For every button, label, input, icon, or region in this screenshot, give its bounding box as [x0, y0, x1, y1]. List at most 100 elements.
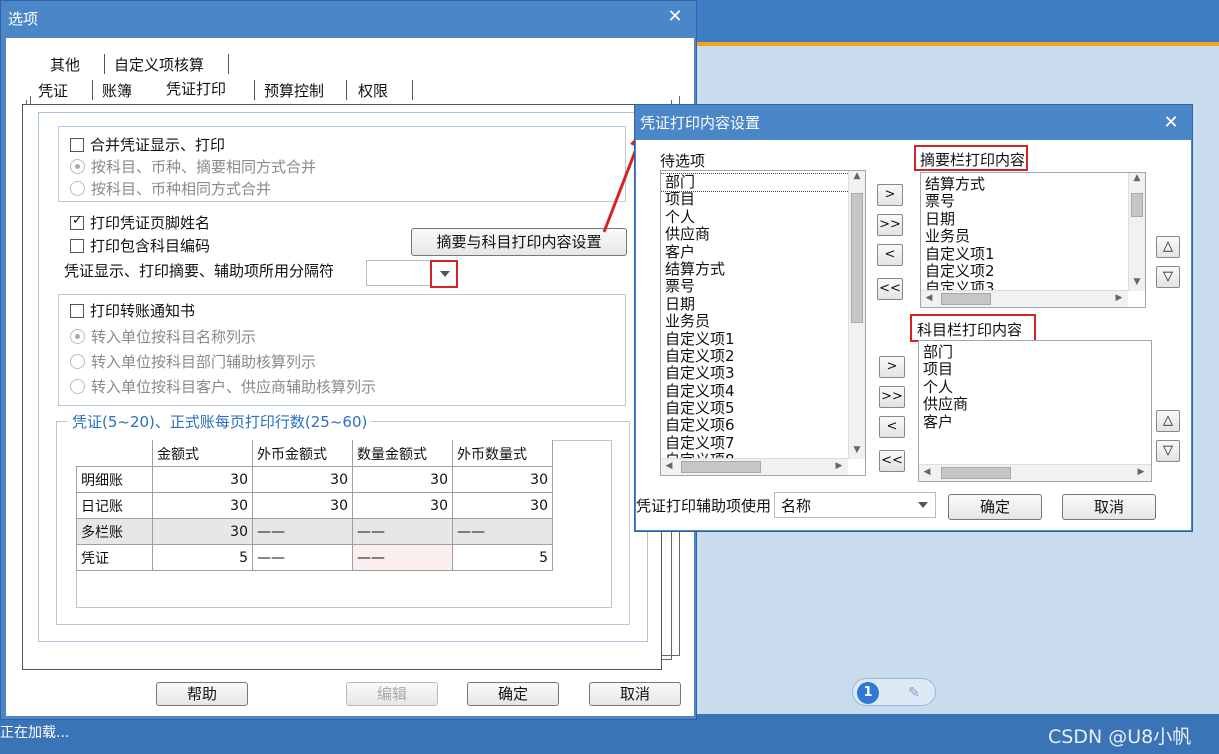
scroll-thumb[interactable] [851, 193, 863, 323]
cancel-button[interactable]: 取消 [589, 682, 681, 706]
list-item[interactable]: 自定义项2 [661, 347, 865, 365]
remove-one-from-summary-button[interactable]: < [877, 244, 903, 266]
scroll-left-icon[interactable]: ◀ [921, 293, 937, 303]
help-button[interactable]: 帮助 [156, 682, 248, 706]
scroll-up-icon[interactable]: ▲ [849, 171, 865, 181]
radio-dot[interactable] [70, 329, 85, 344]
print-footer-name-checkbox[interactable]: 打印凭证页脚姓名 [70, 212, 210, 233]
table-cell[interactable]: 30 [152, 492, 253, 519]
horizontal-scrollbar[interactable]: ◀ ▶ [921, 290, 1128, 307]
list-item[interactable]: 个人 [661, 208, 865, 226]
wrench-icon[interactable]: ✎ [903, 682, 925, 704]
list-item[interactable]: 自定义项3 [661, 365, 865, 382]
list-item[interactable]: 自定义项1 [921, 245, 1145, 263]
list-item[interactable]: 日期 [921, 210, 1145, 228]
scroll-right-icon[interactable]: ▶ [1111, 293, 1127, 303]
checkbox-box[interactable] [70, 238, 84, 253]
transfer-radio-3[interactable]: 转入单位按科目客户、供应商辅助核算列示 [70, 376, 376, 397]
table-cell[interactable]: 30 [452, 466, 553, 493]
list-item[interactable]: 部门 [919, 343, 1151, 361]
checkbox-box[interactable] [70, 303, 84, 318]
list-item[interactable]: 供应商 [919, 395, 1151, 413]
list-item[interactable]: 结算方式 [661, 260, 865, 278]
list-item[interactable]: 项目 [919, 361, 1151, 378]
list-item[interactable]: 结算方式 [921, 175, 1145, 193]
horizontal-scrollbar[interactable]: ◀ ▶ [919, 464, 1151, 481]
checkbox-box[interactable] [70, 137, 84, 152]
table-cell[interactable]: 30 [352, 492, 453, 519]
tab-custom-accounting[interactable]: 自定义项核算 [114, 54, 204, 75]
subject-list[interactable]: 部门 项目 个人 供应商 客户 ◀ ▶ [918, 340, 1152, 482]
summary-settings-button[interactable]: 摘要与科目打印内容设置 [411, 228, 627, 256]
add-one-to-summary-button[interactable]: > [877, 184, 903, 206]
subject-move-up-button[interactable]: △ [1156, 410, 1180, 432]
table-cell[interactable]: 5 [152, 544, 253, 571]
add-one-to-subject-button[interactable]: > [879, 356, 905, 378]
list-item[interactable]: 自定义项5 [661, 399, 865, 417]
merge-radio-2[interactable]: 按科目、币种相同方式合并 [70, 178, 271, 199]
table-cell[interactable]: 30 [152, 466, 253, 493]
summary-move-down-button[interactable]: ▽ [1156, 266, 1180, 288]
list-item[interactable]: 客户 [661, 243, 865, 261]
table-cell[interactable]: 30 [152, 518, 253, 545]
print-settings-ok-button[interactable]: 确定 [948, 494, 1042, 520]
list-item[interactable]: 票号 [921, 193, 1145, 210]
scroll-thumb[interactable] [941, 293, 991, 305]
pager-page-button[interactable]: 1 [857, 682, 879, 704]
summary-list[interactable]: 结算方式 票号 日期 业务员 自定义项1 自定义项2 自定义项3 ▲ ▼ ◀ ▶ [920, 172, 1146, 308]
list-item[interactable]: 个人 [919, 378, 1151, 396]
scroll-right-icon[interactable]: ▶ [831, 461, 847, 471]
list-item[interactable]: 自定义项2 [921, 262, 1145, 280]
scroll-left-icon[interactable]: ◀ [919, 467, 935, 477]
subject-move-down-button[interactable]: ▽ [1156, 440, 1180, 462]
list-item[interactable]: 部门 [661, 172, 865, 193]
scroll-up-icon[interactable]: ▲ [1129, 173, 1145, 183]
table-cell[interactable]: 30 [352, 466, 453, 493]
list-item[interactable]: 自定义项4 [661, 382, 865, 400]
merge-checkbox[interactable]: 合并凭证显示、打印 [70, 134, 225, 155]
merge-radio-1[interactable]: 按科目、币种、摘要相同方式合并 [70, 156, 316, 177]
list-item[interactable]: 项目 [661, 191, 865, 208]
list-item[interactable]: 业务员 [921, 227, 1145, 245]
list-item[interactable]: 业务员 [661, 312, 865, 330]
checkbox-box[interactable] [70, 213, 84, 230]
radio-dot[interactable] [70, 379, 85, 394]
scroll-thumb[interactable] [681, 461, 761, 473]
chevron-down-icon[interactable] [430, 260, 458, 288]
vertical-scrollbar[interactable]: ▲ ▼ [1128, 173, 1145, 291]
radio-dot[interactable] [70, 354, 85, 369]
list-item[interactable]: 客户 [919, 413, 1151, 431]
close-icon[interactable]: ✕ [664, 6, 686, 27]
pager[interactable]: 1 ✎ [852, 678, 936, 706]
list-item[interactable]: 自定义项7 [661, 434, 865, 452]
remove-one-from-subject-button[interactable]: < [879, 416, 905, 438]
radio-dot[interactable] [70, 159, 85, 174]
transfer-radio-2[interactable]: 转入单位按科目部门辅助核算列示 [70, 351, 316, 372]
scroll-right-icon[interactable]: ▶ [1133, 467, 1149, 477]
transfer-radio-1[interactable]: 转入单位按科目名称列示 [70, 326, 256, 347]
candidates-list[interactable]: 部门 项目 个人 供应商 客户 结算方式 票号 日期 业务员 自定义项1 自定义项2 自定义项3 自定义… [660, 170, 866, 476]
add-all-to-subject-button[interactable]: >> [879, 386, 905, 408]
transfer-notice-checkbox[interactable]: 打印转账通知书 [70, 300, 195, 321]
chevron-down-icon[interactable] [918, 502, 928, 508]
scroll-down-icon[interactable]: ▼ [1129, 277, 1145, 287]
summary-move-up-button[interactable]: △ [1156, 236, 1180, 258]
list-item[interactable]: 日期 [661, 295, 865, 313]
print-subject-code-checkbox[interactable]: 打印包含科目编码 [70, 235, 210, 256]
list-item[interactable]: 自定义项6 [661, 417, 865, 434]
scroll-left-icon[interactable]: ◀ [661, 461, 677, 471]
list-item[interactable]: 票号 [661, 278, 865, 295]
table-cell[interactable]: 30 [252, 492, 353, 519]
radio-dot[interactable] [70, 181, 85, 196]
remove-all-from-summary-button[interactable]: << [877, 278, 903, 300]
list-item[interactable]: 供应商 [661, 225, 865, 243]
ok-button[interactable]: 确定 [467, 682, 559, 706]
vertical-scrollbar[interactable]: ▲ ▼ [848, 171, 865, 459]
table-cell[interactable]: 30 [252, 466, 353, 493]
remove-all-from-subject-button[interactable]: << [879, 450, 905, 472]
scroll-down-icon[interactable]: ▼ [849, 445, 865, 455]
list-item[interactable]: 自定义项1 [661, 330, 865, 348]
scroll-thumb[interactable] [1131, 193, 1143, 217]
edit-button[interactable]: 编辑 [346, 682, 438, 706]
aux-select[interactable]: 名称 [774, 492, 936, 518]
